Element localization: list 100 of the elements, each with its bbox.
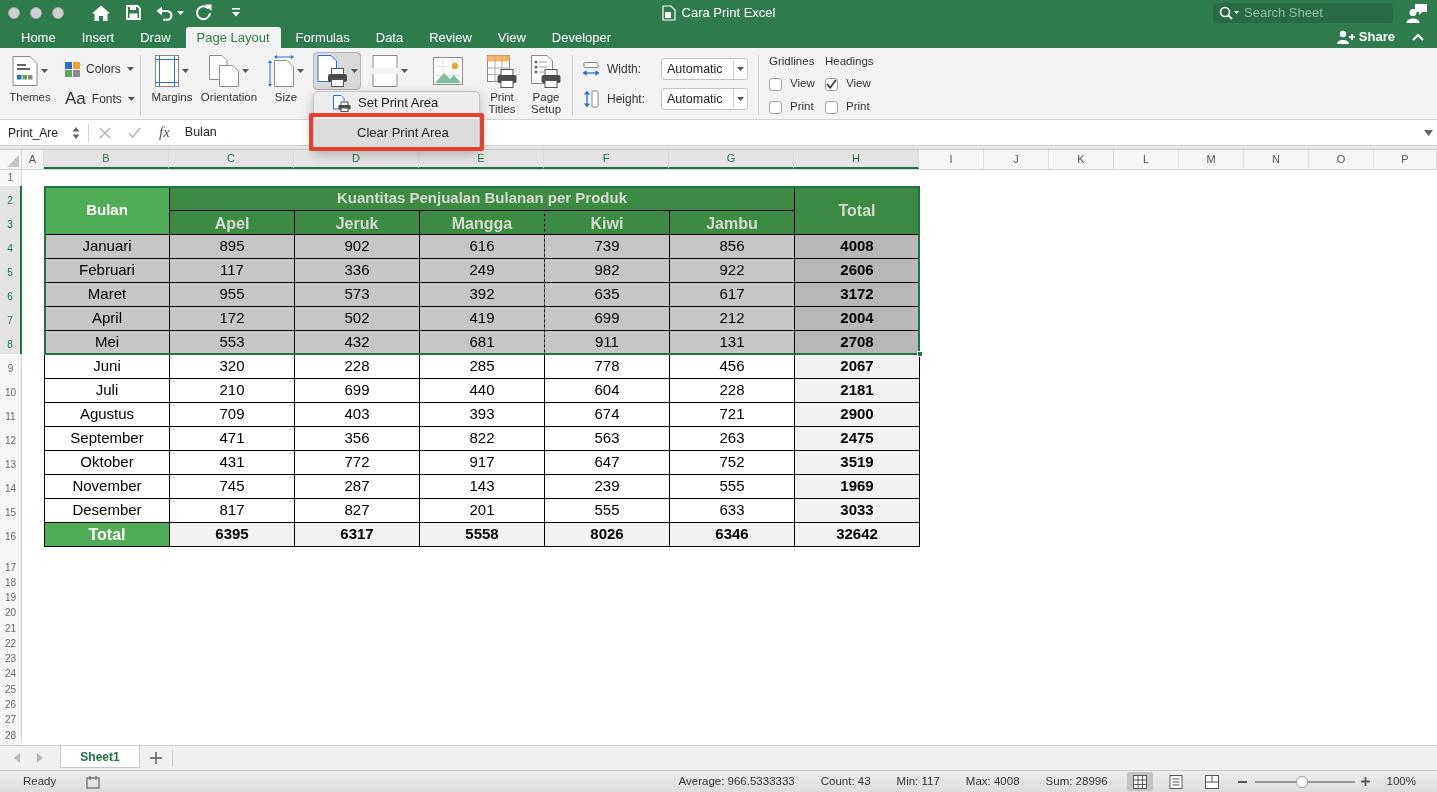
caret-icon[interactable]	[1424, 129, 1433, 136]
fill-handle[interactable]	[917, 351, 923, 357]
customize-toolbar-icon[interactable]	[231, 8, 241, 17]
search-field[interactable]: Search Sheet	[1213, 2, 1393, 23]
colors-button[interactable]: Colors	[62, 58, 134, 80]
menu-item[interactable]: Set Print Area	[314, 94, 479, 112]
themes-button[interactable]: Themes	[8, 52, 52, 104]
row-header[interactable]: 3	[0, 210, 22, 234]
sheet-tab[interactable]: Sheet1	[60, 746, 140, 768]
row-header[interactable]: 25	[0, 682, 22, 698]
table-cell: 6317	[295, 523, 419, 546]
calendar-icon[interactable]	[86, 774, 101, 789]
row-header[interactable]: 2	[0, 186, 22, 210]
page-setup-button[interactable]: Page Setup	[526, 52, 566, 116]
row-header[interactable]: 22	[0, 636, 22, 652]
column-header[interactable]: K	[1049, 150, 1114, 169]
zoom-slider[interactable]	[1254, 775, 1355, 788]
row-header[interactable]: 21	[0, 620, 22, 637]
checkmark-icon[interactable]	[128, 127, 141, 138]
column-header[interactable]: E	[419, 150, 544, 169]
insert-function-button[interactable]: fx	[159, 121, 170, 144]
ribbon-tab[interactable]: View	[484, 27, 539, 48]
print-titles-button[interactable]: Print Titles	[482, 52, 522, 116]
formula-text[interactable]: Bulan	[184, 123, 217, 142]
close-window-icon[interactable]	[8, 6, 20, 19]
row-header[interactable]: 23	[0, 651, 22, 667]
checkbox-label[interactable]: Print	[790, 98, 814, 116]
zoom-in-icon[interactable]	[1360, 777, 1370, 786]
row-header[interactable]: 26	[0, 697, 22, 713]
row-header[interactable]: 17	[0, 546, 22, 575]
add-sheet-icon[interactable]	[150, 752, 162, 764]
redo-icon[interactable]	[195, 4, 212, 21]
row-header[interactable]: 4	[0, 234, 22, 258]
ribbon-tab[interactable]: Insert	[68, 27, 128, 48]
zoom-out-icon[interactable]	[1237, 780, 1247, 783]
column-header[interactable]: L	[1114, 150, 1179, 169]
row-header[interactable]: 5	[0, 258, 22, 282]
menu-item[interactable]: Clear Print Area	[314, 119, 479, 147]
ribbon-tab[interactable]: Formulas	[282, 27, 363, 48]
ribbon-tab[interactable]: Home	[8, 27, 69, 48]
row-header[interactable]: 7	[0, 306, 22, 330]
normal-view-button[interactable]	[1126, 772, 1153, 791]
checkbox-label[interactable]: View	[790, 75, 815, 93]
person-bubble-icon[interactable]	[1406, 2, 1428, 23]
checkbox-label[interactable]: View	[846, 75, 871, 93]
row-header[interactable]: 12	[0, 426, 22, 450]
row-header[interactable]: 14	[0, 474, 22, 498]
checkbox[interactable]	[769, 77, 782, 91]
row-header[interactable]: 24	[0, 666, 22, 683]
row-header[interactable]: 10	[0, 378, 22, 402]
size-button[interactable]: Size	[264, 52, 308, 104]
save-icon[interactable]	[126, 5, 141, 20]
row-header[interactable]: 6	[0, 282, 22, 306]
fonts-button[interactable]: Aa Fonts	[62, 88, 134, 110]
slider-thumb[interactable]	[1295, 775, 1308, 788]
ribbon-tab[interactable]: Data	[362, 27, 417, 48]
margins-button[interactable]: Margins	[148, 52, 196, 104]
ribbon-tab[interactable]: Review	[416, 27, 485, 48]
row-header[interactable]: 11	[0, 402, 22, 426]
share-button[interactable]: Share	[1336, 27, 1395, 47]
row-header[interactable]: 15	[0, 498, 22, 522]
print-area-button[interactable]	[313, 52, 361, 90]
column-header[interactable]: D	[294, 150, 419, 169]
checkbox[interactable]	[769, 100, 782, 114]
row-header[interactable]: 27	[0, 712, 22, 728]
column-header[interactable]: O	[1309, 150, 1374, 169]
dropdown-field[interactable]: Automatic	[661, 88, 748, 110]
row-header[interactable]: 18	[0, 575, 22, 591]
row-header[interactable]: 19	[0, 590, 22, 606]
ribbon-tab[interactable]: Page Layout	[185, 27, 281, 48]
row-header[interactable]: 16	[0, 522, 22, 546]
column-header[interactable]: N	[1244, 150, 1309, 169]
column-header[interactable]: H	[794, 150, 919, 169]
minimize-window-icon[interactable]	[30, 6, 42, 19]
column-header[interactable]: C	[169, 150, 294, 169]
row-header[interactable]: 28	[0, 727, 22, 744]
column-header[interactable]: F	[544, 150, 669, 169]
orientation-button[interactable]: Orientation	[198, 52, 260, 104]
row-header[interactable]: 8	[0, 330, 22, 354]
name-box[interactable]: Print_Are	[0, 120, 84, 145]
column-header[interactable]: M	[1179, 150, 1244, 169]
ribbon-tab[interactable]: Developer	[538, 27, 625, 48]
column-header[interactable]: J	[984, 150, 1049, 169]
column-header[interactable]: B	[44, 150, 169, 169]
checkbox-label[interactable]: Print	[846, 98, 870, 116]
column-header[interactable]: P	[1374, 150, 1437, 169]
chevron-up-icon[interactable]	[1412, 33, 1424, 41]
undo-icon[interactable]	[156, 4, 173, 21]
caret-icon[interactable]	[177, 10, 184, 15]
checkbox[interactable]	[825, 77, 838, 91]
home-icon[interactable]	[91, 3, 111, 22]
dropdown-field[interactable]: Automatic	[661, 58, 748, 80]
zoom-window-icon[interactable]	[52, 6, 64, 19]
column-header[interactable]: I	[919, 150, 984, 169]
row-header[interactable]: 13	[0, 450, 22, 474]
ribbon-tab[interactable]: Draw	[127, 27, 184, 48]
checkbox[interactable]	[825, 100, 838, 114]
row-header[interactable]: 9	[0, 354, 22, 378]
column-header[interactable]: G	[669, 150, 794, 169]
row-header[interactable]: 20	[0, 605, 22, 621]
